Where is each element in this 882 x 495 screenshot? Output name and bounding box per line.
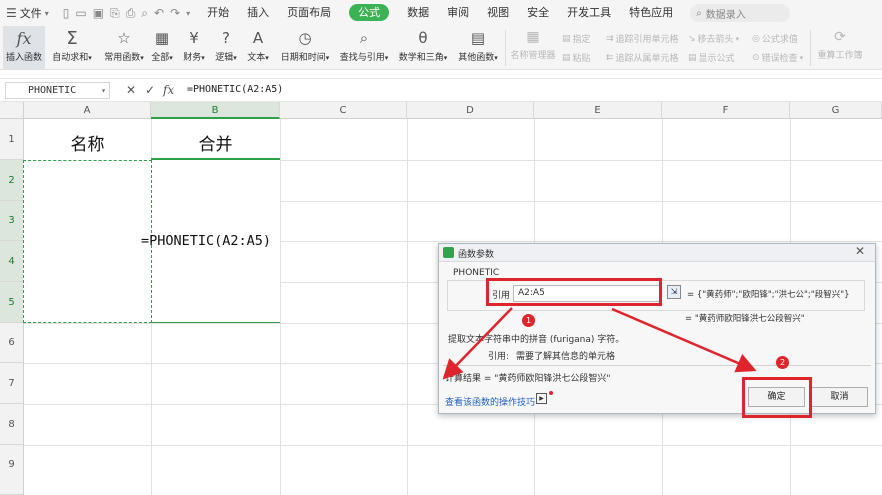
annotation-arrow-left — [442, 307, 513, 380]
annotation-arrow-right — [611, 307, 757, 373]
annotation-arrows — [442, 307, 757, 380]
